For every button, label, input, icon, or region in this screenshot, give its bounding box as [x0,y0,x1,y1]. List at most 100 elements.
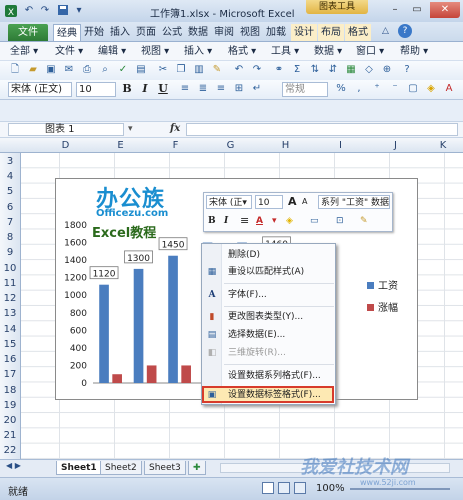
grow-font-button[interactable]: A [288,195,297,209]
sheet-tab-sheet1[interactable]: Sheet1 [56,461,102,475]
row-header[interactable]: 16 [0,352,20,367]
zoom-level[interactable]: 100% [316,483,345,494]
sheet-nav-buttons[interactable]: ◀ ▶ [6,461,21,470]
hyperlink-icon[interactable]: ⚭ [272,63,286,77]
mini-align-button[interactable]: ≡ [240,214,249,228]
row-header[interactable]: 18 [0,383,20,398]
column-header[interactable]: F [148,139,203,152]
tab-review[interactable]: 审阅 [211,24,237,41]
row-header[interactable]: 9 [0,245,20,260]
font-size-combo[interactable]: 10 [76,82,116,97]
tab-page-layout[interactable]: 页面 [133,24,159,41]
column-header[interactable]: K [423,139,463,152]
help-toolbar-icon[interactable]: ? [400,63,414,77]
print-icon[interactable]: ⎙ [80,63,94,77]
tab-data[interactable]: 数据 [185,24,211,41]
research-icon[interactable]: ▤ [134,63,148,77]
sheet-tab-sheet2[interactable]: Sheet2 [100,461,142,475]
mini-format-painter-icon[interactable]: ✎ [360,214,368,228]
merge-center-icon[interactable]: ⊞ [232,82,246,96]
row-header[interactable]: 10 [0,261,20,276]
column-header[interactable]: D [38,139,93,152]
select-all-corner[interactable] [22,139,38,152]
ribbon-collapse-icon[interactable]: △ [382,26,389,36]
excel-logo-icon[interactable]: X [4,4,18,18]
font-name-combo[interactable]: 宋体 (正文) [8,82,72,97]
mini-size-combo[interactable]: 10 [255,195,283,209]
mini-shape-style-icon[interactable]: ⊡ [336,214,344,228]
menu-all[interactable]: 全部 ▾ [10,45,38,59]
tab-file[interactable]: 文件 [8,24,48,41]
column-header[interactable]: H [258,139,313,152]
name-box[interactable]: 图表 1 [8,123,124,136]
mini-outline-icon[interactable]: ▭ [310,214,319,228]
column-header[interactable]: I [313,139,368,152]
column-header[interactable]: E [93,139,148,152]
zoom-slider[interactable] [350,488,450,490]
spelling-icon[interactable]: ✓ [116,63,130,77]
menu-item-format-series[interactable]: 设置数据系列格式(F)... [228,369,321,383]
save-icon[interactable] [56,4,70,18]
zoom-icon[interactable]: ⊕ [380,63,394,77]
align-left-icon[interactable]: ≡ [178,82,192,96]
insert-sheet-icon[interactable]: ✚ [188,461,206,475]
help-icon[interactable]: ? [398,24,412,38]
align-right-icon[interactable]: ≡ [214,82,228,96]
undo-icon[interactable]: ↶ [22,4,36,18]
row-header[interactable]: 6 [0,200,20,215]
column-header[interactable]: G [203,139,258,152]
mini-font-color-dropdown-icon[interactable]: ▾ [272,214,277,228]
tab-layout[interactable]: 布局 [318,24,344,41]
wrap-text-icon[interactable]: ↵ [250,82,264,96]
series-selector[interactable]: 系列 "工资" 数据 [318,195,390,209]
row-header[interactable]: 11 [0,276,20,291]
menu-insert[interactable]: 插入 ▾ [184,45,212,59]
copy-icon[interactable]: ❐ [174,63,188,77]
row-header[interactable]: 3 [0,154,20,169]
cut-icon[interactable]: ✂ [156,63,170,77]
mini-font-combo[interactable]: 宋体 (正▾ [206,195,252,209]
mini-fill-icon[interactable]: ◈ [286,214,293,228]
tab-classic[interactable]: 经典 [53,24,81,41]
close-button[interactable]: ✕ [430,2,460,18]
comma-style-icon[interactable]: , [352,82,366,96]
shrink-font-button[interactable]: A [302,195,307,209]
formula-input[interactable] [186,123,458,136]
paste-icon[interactable]: ▥ [192,63,206,77]
new-file-icon[interactable]: 🗋 [8,63,22,77]
underline-button[interactable]: U [156,82,170,96]
font-color-icon[interactable]: A [442,82,456,96]
row-header[interactable]: 15 [0,337,20,352]
menu-help[interactable]: 帮助 ▾ [400,45,428,59]
menu-view[interactable]: 视图 ▾ [141,45,169,59]
redo-toolbar-icon[interactable]: ↷ [250,63,264,77]
italic-button[interactable]: I [138,82,152,96]
increase-decimal-icon[interactable]: ⁺ [370,82,384,96]
row-header[interactable]: 20 [0,413,20,428]
mini-bold-button[interactable]: B [208,214,216,228]
menu-item-reset-style[interactable]: 重设以匹配样式(A) [228,265,304,279]
redo-icon[interactable]: ↷ [38,4,52,18]
tab-formulas[interactable]: 公式 [159,24,185,41]
menu-edit[interactable]: 编辑 ▾ [98,45,126,59]
drawing-icon[interactable]: ◇ [362,63,376,77]
row-header[interactable]: 8 [0,230,20,245]
menu-item-delete[interactable]: 删除(D) [228,248,260,262]
menu-item-change-chart-type[interactable]: 更改图表类型(Y)... [228,310,303,324]
row-header[interactable]: 5 [0,184,20,199]
menu-file[interactable]: 文件 ▾ [55,45,83,59]
tab-format[interactable]: 格式 [345,24,371,41]
menu-item-font[interactable]: 字体(F)... [228,288,267,302]
row-header[interactable]: 21 [0,428,20,443]
sort-asc-icon[interactable]: ⇅ [308,63,322,77]
tab-home[interactable]: 开始 [81,24,107,41]
menu-format[interactable]: 格式 ▾ [228,45,256,59]
restore-button[interactable]: ▭ [406,2,428,18]
fill-color-icon[interactable]: ◈ [424,82,438,96]
normal-view-icon[interactable] [262,482,274,494]
sheet-tab-sheet3[interactable]: Sheet3 [144,461,186,475]
row-header[interactable]: 19 [0,398,20,413]
row-header[interactable]: 13 [0,306,20,321]
chart-wizard-icon[interactable]: ▦ [344,63,358,77]
menu-tools[interactable]: 工具 ▾ [271,45,299,59]
